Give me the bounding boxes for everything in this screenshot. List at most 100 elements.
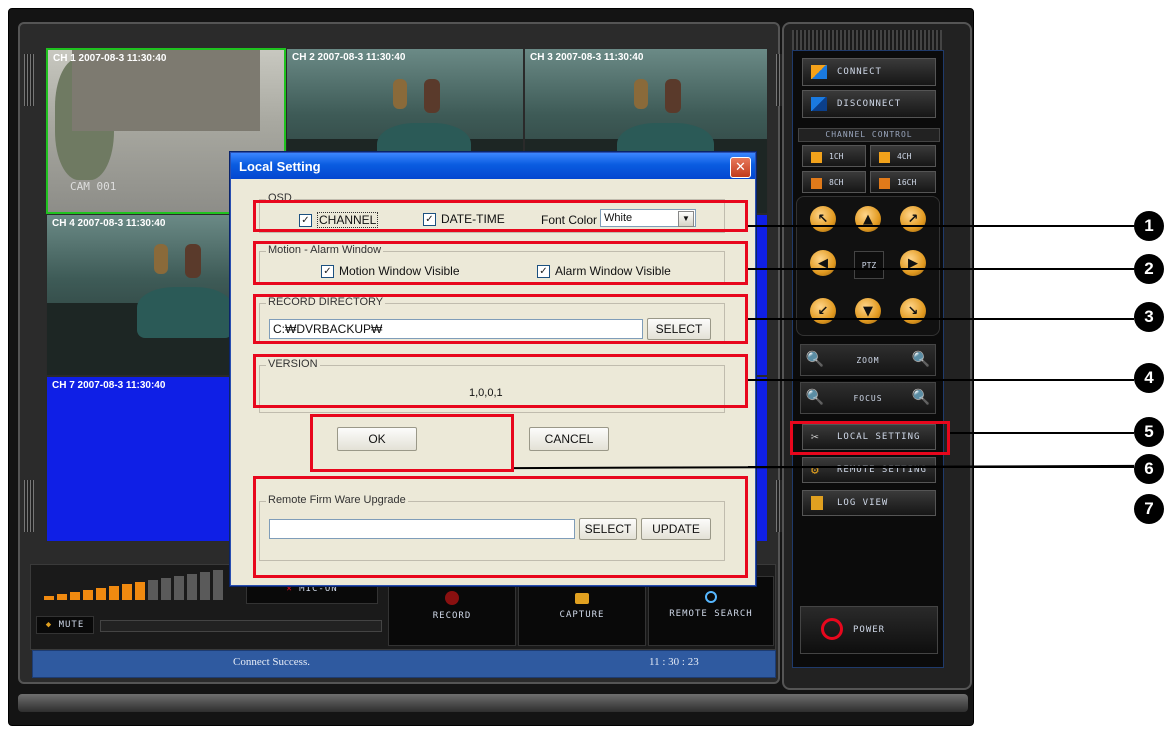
callout-line-1: [748, 225, 1134, 227]
1ch-label: 1CH: [829, 151, 844, 161]
focus-label: FOCUS: [853, 393, 883, 403]
ptz-down-right-icon[interactable]: ↘: [900, 298, 926, 324]
square-icon: [811, 152, 822, 163]
volume-bar: [148, 580, 158, 600]
channel-label: CH 2 2007-08-3 11:30:40: [292, 52, 406, 63]
ptz-up-icon[interactable]: ▲: [855, 206, 881, 232]
volume-bar: [44, 596, 54, 600]
focus-out-icon[interactable]: 🔍: [804, 386, 826, 408]
dialog-titlebar: Local Setting ✕: [231, 153, 755, 179]
status-text: Connect Success.: [233, 656, 310, 668]
callout-4: 4: [1134, 363, 1164, 393]
channel-label: CH 1 2007-08-3 11:30:40: [53, 53, 167, 64]
volume-bar: [109, 586, 119, 600]
callout-2: 2: [1134, 254, 1164, 284]
callout-7: 7: [1134, 494, 1164, 524]
volume-bar: [122, 584, 132, 600]
cancel-label: CANCEL: [544, 432, 594, 446]
mute-label: MUTE: [58, 620, 85, 630]
annotation-box-version: [253, 354, 748, 408]
disconnect-label: DISCONNECT: [837, 99, 902, 109]
callout-line-5: [950, 432, 1134, 434]
channel-control-heading: CHANNEL CONTROL: [798, 128, 940, 142]
4ch-label: 4CH: [897, 151, 912, 161]
mute-button[interactable]: ◆ MUTE: [36, 616, 94, 634]
4ch-button[interactable]: 4CH: [870, 145, 936, 167]
ptz-down-left-icon[interactable]: ↙: [810, 298, 836, 324]
connect-button[interactable]: CONNECT: [802, 58, 936, 86]
cancel-button[interactable]: CANCEL: [529, 427, 609, 451]
16ch-label: 16CH: [897, 177, 917, 187]
camera-name: CAM 001: [70, 180, 117, 193]
callout-line-3: [748, 318, 1134, 320]
8ch-button[interactable]: 8CH: [802, 171, 866, 193]
callout-line-4: [748, 379, 1134, 381]
grid-icon: [879, 178, 890, 189]
ptz-right-icon[interactable]: ▶: [900, 250, 926, 276]
volume-meter[interactable]: [40, 568, 230, 602]
log-view-button[interactable]: LOG VIEW: [802, 490, 936, 516]
search-icon: [705, 591, 717, 603]
grid-icon: [879, 152, 890, 163]
channel-control-label: CHANNEL CONTROL: [825, 130, 913, 139]
volume-bar: [200, 572, 210, 600]
disconnect-button[interactable]: DISCONNECT: [802, 90, 936, 118]
camera-icon: [575, 593, 589, 604]
log-view-label: LOG VIEW: [837, 498, 889, 508]
capture-button[interactable]: CAPTURE: [518, 576, 646, 646]
channel-label: CH 3 2007-08-3 11:30:40: [530, 52, 644, 63]
callout-line-7: [748, 466, 1134, 468]
volume-bar: [96, 588, 106, 600]
disconnect-icon: [811, 97, 827, 111]
control-panel-header: [792, 30, 942, 50]
channel-label: CH 4 2007-08-3 11:30:40: [52, 218, 166, 229]
volume-bars: [44, 570, 223, 600]
record-label: RECORD: [432, 611, 472, 621]
channel-label: CH 7 2007-08-3 11:30:40: [52, 380, 166, 391]
volume-bar: [83, 590, 93, 600]
volume-bar: [57, 594, 67, 600]
status-time: 11 : 30 : 23: [649, 656, 699, 668]
ptz-down-icon[interactable]: ▼: [855, 298, 881, 324]
annotation-box-record: [253, 294, 748, 344]
annotation-box-motion: [253, 241, 748, 285]
volume-bar: [187, 574, 197, 600]
connect-label: CONNECT: [837, 67, 882, 77]
1ch-button[interactable]: 1CH: [802, 145, 866, 167]
callout-3: 3: [1134, 302, 1164, 332]
connect-icon: [811, 65, 827, 79]
ptz-up-left-icon[interactable]: ↖: [810, 206, 836, 232]
annotation-box-ok-cancel: [310, 414, 514, 472]
record-icon: [445, 591, 459, 605]
left-grip: [24, 54, 34, 106]
left-grip: [24, 480, 34, 532]
volume-bar: [174, 576, 184, 600]
power-icon: [821, 618, 843, 640]
16ch-button[interactable]: 16CH: [870, 171, 936, 193]
remote-search-label: REMOTE SEARCH: [669, 609, 753, 619]
log-icon: [811, 496, 823, 510]
power-label: POWER: [853, 625, 886, 635]
ptz-up-right-icon[interactable]: ↗: [900, 206, 926, 232]
mute-icon: ◆: [45, 620, 53, 630]
remote-setting-button[interactable]: ⚙ REMOTE SETTING: [802, 457, 936, 483]
focus-in-icon[interactable]: 🔍: [910, 386, 932, 408]
grid-icon: [811, 178, 822, 189]
ptz-left-icon[interactable]: ◀: [810, 250, 836, 276]
status-bar: Connect Success. 11 : 30 : 23: [32, 650, 776, 678]
8ch-label: 8CH: [829, 177, 844, 187]
annotation-box-firmware: [253, 476, 748, 578]
zoom-in-icon[interactable]: 🔍: [910, 348, 932, 370]
volume-slider[interactable]: [100, 620, 382, 632]
remote-search-button[interactable]: REMOTE SEARCH: [648, 576, 774, 646]
zoom-out-icon[interactable]: 🔍: [804, 348, 826, 370]
callout-1: 1: [1134, 211, 1164, 241]
close-icon[interactable]: ✕: [730, 157, 751, 178]
annotation-box-local-setting: [790, 421, 950, 455]
ptz-center[interactable]: PTZ: [854, 251, 884, 279]
callout-5: 5: [1134, 417, 1164, 447]
record-button[interactable]: RECORD: [388, 576, 516, 646]
volume-bar: [161, 578, 171, 600]
capture-label: CAPTURE: [559, 610, 605, 620]
power-button[interactable]: POWER: [800, 606, 938, 654]
